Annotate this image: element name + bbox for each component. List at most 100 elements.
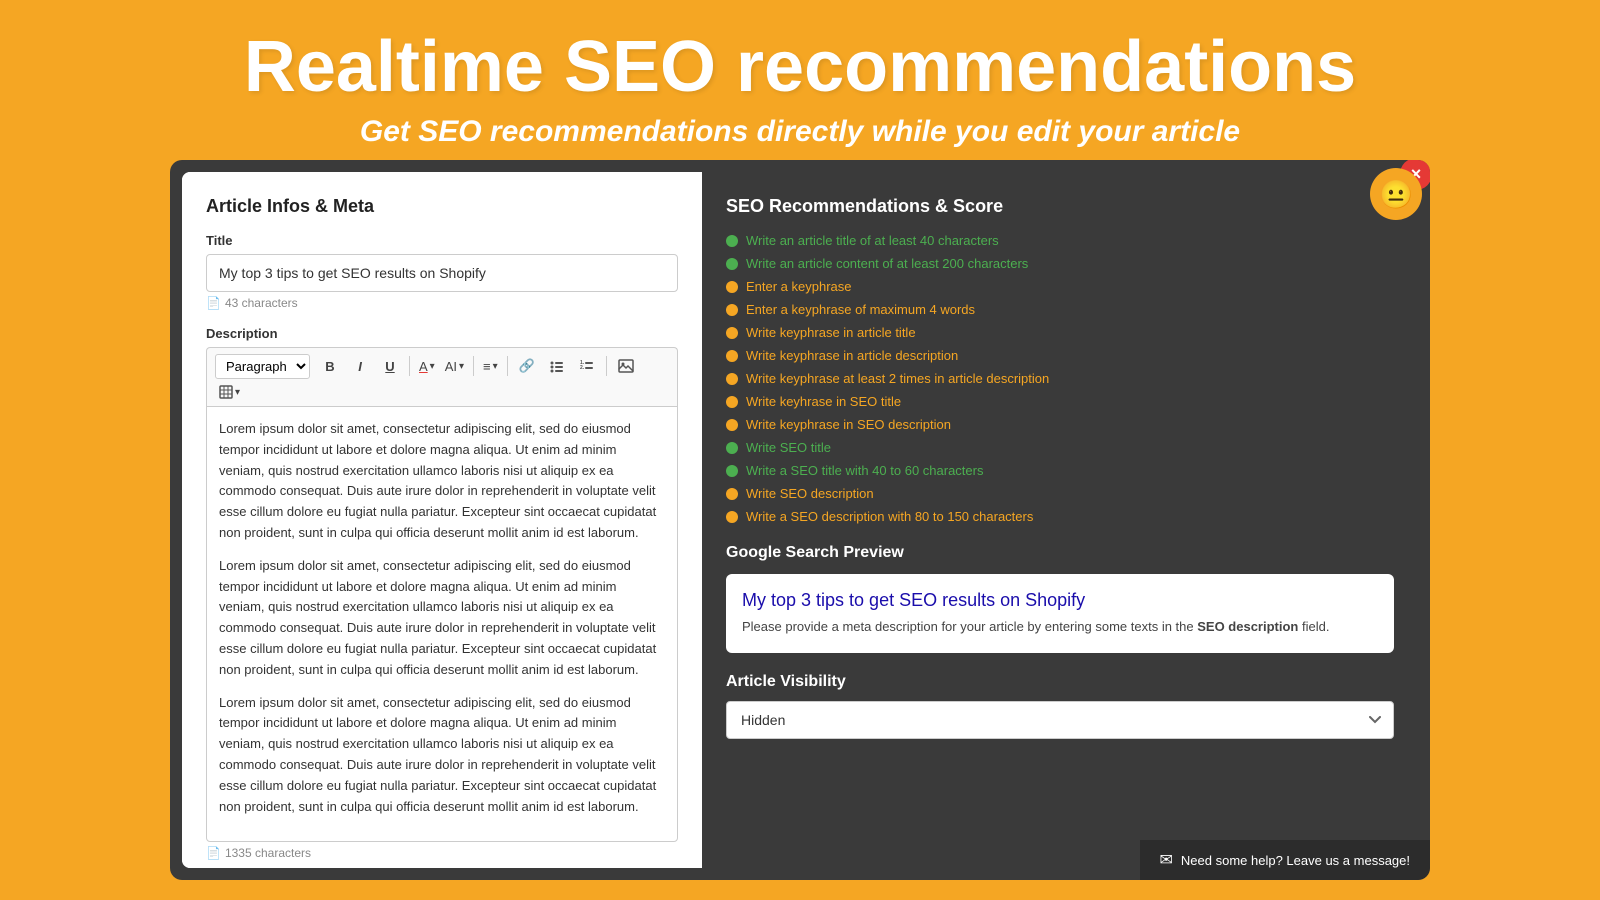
editor-toolbar: Paragraph Heading 1 Heading 2 B I U A ▾ — [206, 347, 678, 406]
rec-dot-10 — [726, 465, 738, 477]
editor-para-2: Lorem ipsum dolor sit amet, consectetur … — [219, 556, 665, 681]
content-char-icon: 📄 — [206, 846, 221, 860]
rec-item-11: Write SEO description — [726, 486, 1394, 501]
ai-btn[interactable]: AI ▾ — [441, 356, 468, 377]
header-area: Realtime SEO recommendations Get SEO rec… — [0, 0, 1600, 169]
recommendation-list: Write an article title of at least 40 ch… — [726, 233, 1394, 524]
rec-item-8: Write keyphrase in SEO description — [726, 417, 1394, 432]
rec-text-6: Write keyphrase at least 2 times in arti… — [746, 371, 1049, 386]
left-panel-title: Article Infos & Meta — [206, 196, 678, 217]
paragraph-select[interactable]: Paragraph Heading 1 Heading 2 — [215, 354, 310, 379]
left-panel: Article Infos & Meta Title 📄 43 characte… — [182, 172, 702, 868]
preview-desc-end: field. — [1298, 619, 1329, 634]
description-field-section: Description Paragraph Heading 1 Heading … — [206, 326, 678, 868]
rec-text-10: Write a SEO title with 40 to 60 characte… — [746, 463, 983, 478]
text-color-label: A — [419, 359, 428, 374]
help-bar: ✉ Need some help? Leave us a message! — [1140, 840, 1431, 880]
rec-item-3: Enter a keyphrase of maximum 4 words — [726, 302, 1394, 317]
help-text: Need some help? Leave us a message! — [1181, 853, 1410, 868]
image-icon — [618, 359, 634, 373]
editor-para-3: Lorem ipsum dolor sit amet, consectetur … — [219, 693, 665, 818]
rec-dot-12 — [726, 511, 738, 523]
right-panel: SEO Recommendations & Score Write an art… — [702, 172, 1418, 868]
preview-desc-highlight: SEO description — [1197, 619, 1298, 634]
bold-btn[interactable]: B — [316, 352, 344, 380]
rec-dot-0 — [726, 235, 738, 247]
table-btn[interactable]: ▾ — [215, 382, 244, 402]
rec-item-1: Write an article content of at least 200… — [726, 256, 1394, 271]
bullet-list-btn[interactable] — [543, 352, 571, 380]
rec-dot-11 — [726, 488, 738, 500]
rec-item-10: Write a SEO title with 40 to 60 characte… — [726, 463, 1394, 478]
divider-2 — [473, 356, 474, 376]
numbered-list-icon: 1. 2. — [580, 359, 594, 373]
text-color-btn[interactable]: A ▾ — [415, 356, 439, 377]
ai-label: AI — [445, 359, 457, 374]
title-char-icon: 📄 — [206, 296, 221, 310]
rec-text-7: Write keyhrase in SEO title — [746, 394, 901, 409]
rec-dot-4 — [726, 327, 738, 339]
rec-dot-3 — [726, 304, 738, 316]
rec-text-12: Write a SEO description with 80 to 150 c… — [746, 509, 1033, 524]
rec-dot-2 — [726, 281, 738, 293]
rec-dot-8 — [726, 419, 738, 431]
bullet-list-icon — [550, 359, 564, 373]
rec-item-0: Write an article title of at least 40 ch… — [726, 233, 1394, 248]
title-input[interactable] — [206, 254, 678, 292]
rec-text-5: Write keyphrase in article description — [746, 348, 958, 363]
description-label: Description — [206, 326, 678, 341]
preview-link[interactable]: My top 3 tips to get SEO results on Shop… — [742, 590, 1085, 610]
title-field-section: Title 📄 43 characters — [206, 233, 678, 310]
help-icon: ✉ — [1160, 850, 1173, 870]
rec-text-8: Write keyphrase in SEO description — [746, 417, 951, 432]
title-label: Title — [206, 233, 678, 248]
google-preview-title: Google Search Preview — [726, 544, 1394, 562]
divider-4 — [606, 356, 607, 376]
numbered-list-btn[interactable]: 1. 2. — [573, 352, 601, 380]
editor-handle: — — [206, 864, 678, 868]
rec-item-7: Write keyhrase in SEO title — [726, 394, 1394, 409]
image-btn[interactable] — [612, 352, 640, 380]
text-color-chevron: ▾ — [430, 361, 435, 372]
editor-area[interactable]: Lorem ipsum dolor sit amet, consectetur … — [206, 406, 678, 842]
main-title: Realtime SEO recommendations — [40, 28, 1560, 107]
rec-text-1: Write an article content of at least 200… — [746, 256, 1028, 271]
rec-dot-5 — [726, 350, 738, 362]
rec-item-6: Write keyphrase at least 2 times in arti… — [726, 371, 1394, 386]
content-char-count: 📄 1335 characters — [206, 846, 678, 860]
italic-btn[interactable]: I — [346, 352, 374, 380]
ai-chevron: ▾ — [459, 361, 464, 372]
rec-text-2: Enter a keyphrase — [746, 279, 852, 294]
svg-text:2.: 2. — [580, 365, 585, 371]
rec-dot-7 — [726, 396, 738, 408]
rec-item-12: Write a SEO description with 80 to 150 c… — [726, 509, 1394, 524]
rec-item-4: Write keyphrase in article title — [726, 325, 1394, 340]
link-btn[interactable]: 🔗 — [513, 352, 541, 380]
google-preview-card: My top 3 tips to get SEO results on Shop… — [726, 574, 1394, 653]
preview-description: Please provide a meta description for yo… — [742, 617, 1378, 637]
rec-text-9: Write SEO title — [746, 440, 831, 455]
rec-dot-6 — [726, 373, 738, 385]
rec-item-5: Write keyphrase in article description — [726, 348, 1394, 363]
emoji-face: 😐 — [1370, 168, 1422, 220]
editor-wrapper: Paragraph Heading 1 Heading 2 B I U A ▾ — [206, 347, 678, 842]
underline-btn[interactable]: U — [376, 352, 404, 380]
modal-container: × 😐 Article Infos & Meta Title 📄 43 char… — [170, 160, 1430, 880]
rec-dot-9 — [726, 442, 738, 454]
editor-para-1: Lorem ipsum dolor sit amet, consectetur … — [219, 419, 665, 544]
divider-1 — [409, 356, 410, 376]
rec-text-0: Write an article title of at least 40 ch… — [746, 233, 999, 248]
preview-desc-text: Please provide a meta description for yo… — [742, 619, 1197, 634]
rec-item-2: Enter a keyphrase — [726, 279, 1394, 294]
visibility-select[interactable]: Hidden Visible Draft — [726, 701, 1394, 739]
rec-text-4: Write keyphrase in article title — [746, 325, 916, 340]
visibility-title: Article Visibility — [726, 673, 1394, 691]
seo-panel-title: SEO Recommendations & Score — [726, 196, 1394, 217]
rec-item-9: Write SEO title — [726, 440, 1394, 455]
table-chevron: ▾ — [235, 387, 240, 398]
rec-text-11: Write SEO description — [746, 486, 874, 501]
rec-text-3: Enter a keyphrase of maximum 4 words — [746, 302, 975, 317]
table-icon — [219, 385, 233, 399]
align-icon: ≡ — [483, 359, 491, 374]
align-btn[interactable]: ≡ ▾ — [479, 356, 502, 377]
